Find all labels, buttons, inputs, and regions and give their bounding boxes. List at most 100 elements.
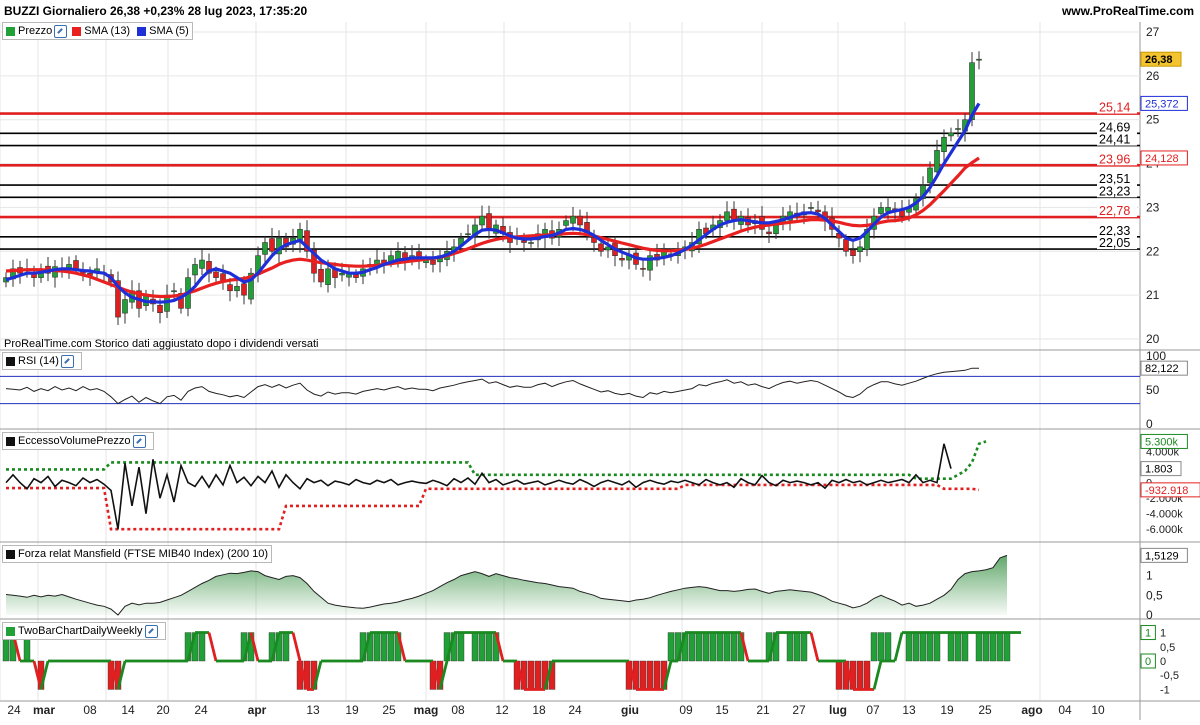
candle-body — [808, 207, 814, 209]
twobar-bar — [996, 632, 1004, 662]
candle-body — [171, 290, 177, 293]
price-tick-label: 27 — [1146, 25, 1160, 39]
wrench-icon[interactable] — [132, 434, 146, 448]
x-tick-label: mag — [414, 703, 439, 717]
twobar-bar — [933, 632, 941, 662]
twobar-panel: -1 -0,5 0 0,5 11 0 — [2, 625, 1179, 696]
candle-body — [976, 58, 982, 61]
rsi-legend-label: RSI (14) — [18, 355, 59, 367]
candle-body — [577, 215, 583, 226]
price-tick-label: 21 — [1146, 288, 1160, 302]
sma13-last-tag: 24,128 — [1145, 153, 1179, 165]
twobar-tick-label: -1 — [1160, 684, 1170, 696]
chart-title: BUZZI Giornaliero 26,38 +0,23% 28 lug 20… — [4, 4, 308, 18]
rsi-legend[interactable]: RSI (14) — [2, 352, 82, 370]
candle-body — [598, 243, 604, 252]
candle-body — [318, 268, 324, 283]
chart-canvas: 202122232425262725,1424,6924,4123,9623,5… — [0, 22, 1200, 720]
twobar-bar — [905, 632, 913, 662]
candle-body — [619, 258, 625, 261]
candle-body — [465, 233, 471, 236]
x-tick-label: ago — [1021, 703, 1042, 717]
data-note: ProRealTime.com Storico dati aggiustato … — [4, 338, 319, 350]
x-tick-label: giu — [621, 703, 639, 717]
twobar-legend[interactable]: TwoBarChartDailyWeekly — [2, 622, 166, 640]
volume-swatch — [6, 436, 15, 446]
twobar-tick-label: 0 — [1160, 656, 1166, 668]
twobar-bar — [989, 632, 997, 662]
volume-legend[interactable]: EccessoVolumePrezzo — [2, 432, 154, 450]
x-tick-label: 14 — [121, 703, 135, 717]
price-tick-label: 20 — [1146, 332, 1160, 346]
x-tick-label: 25 — [382, 703, 396, 717]
twobar-bar — [793, 632, 801, 662]
twobar-bar — [919, 632, 927, 662]
volume-lower-tag: -932.918 — [1145, 485, 1188, 497]
candle-body — [941, 136, 947, 153]
prezzo-legend-label: Prezzo — [18, 25, 53, 37]
wrench-icon[interactable] — [144, 624, 158, 638]
price-panel: 202122232425262725,1424,6924,4123,9623,5… — [0, 25, 1188, 346]
twobar-bar — [926, 632, 934, 662]
price-tick-label: 25 — [1146, 113, 1160, 127]
twobar-swatch — [6, 626, 15, 636]
twobar-bar — [667, 632, 675, 662]
twobar-bar — [947, 632, 955, 662]
wrench-icon[interactable] — [54, 24, 68, 38]
x-tick-label: mar — [33, 703, 55, 717]
price-legend[interactable]: Prezzo SMA (13) SMA (5) — [2, 22, 193, 40]
twobar-bar — [863, 660, 871, 690]
twobar-upper-tag: 1 — [1145, 628, 1151, 640]
level-label: 22,05 — [1099, 236, 1130, 250]
x-tick-label: 04 — [1058, 703, 1072, 717]
rsi-tick-label: 50 — [1146, 383, 1160, 397]
mansfield-area — [6, 555, 1007, 615]
twobar-bar — [730, 632, 738, 662]
candle-body — [948, 132, 954, 137]
candle-body — [563, 220, 569, 226]
level-label: 23,23 — [1099, 184, 1130, 198]
sma5-swatch — [137, 26, 147, 36]
candle-body — [73, 260, 79, 270]
twobar-bar — [877, 632, 885, 662]
twobar-bar — [527, 660, 535, 690]
twobar-tick-label: 0,5 — [1160, 642, 1175, 654]
rsi-panel: 05010082,122 — [0, 349, 1188, 431]
rsi-tick-label: 0 — [1146, 417, 1153, 431]
candle-body — [241, 283, 247, 296]
x-tick-label: 24 — [194, 703, 208, 717]
candle-body — [773, 224, 779, 235]
x-tick-label: 10 — [1091, 703, 1105, 717]
candle-body — [570, 215, 576, 224]
candle-body — [325, 268, 331, 285]
volume-panel: -6.000k-4.000k-2.000k02.000k4.000k5.300k… — [5, 433, 1200, 536]
twobar-bar — [282, 632, 290, 662]
twobar-line-segment — [872, 660, 883, 690]
twobar-line-segment — [291, 632, 302, 662]
twobar-bar — [387, 632, 395, 662]
sma5-legend-label: SMA (5) — [149, 25, 189, 37]
volume-legend-label: EccessoVolumePrezzo — [18, 435, 131, 447]
sma5-last-tag: 25,372 — [1145, 98, 1179, 110]
candle-body — [843, 239, 849, 252]
level-label: 25,14 — [1099, 101, 1130, 115]
candle-body — [955, 128, 961, 130]
twobar-bar — [716, 632, 724, 662]
candle-body — [528, 242, 534, 244]
x-tick-label: 24 — [7, 703, 21, 717]
candle-body — [815, 209, 821, 213]
x-tick-label: 13 — [306, 703, 320, 717]
twobar-tick-label: 1 — [1160, 628, 1166, 640]
candle-body — [192, 264, 198, 276]
candle-body — [157, 304, 163, 313]
x-axis: 24 mar 08 14 20 24 apr 13 19 25 mag 08 12 18 24 giu 09 15… — [7, 703, 1105, 717]
x-tick-label: lug — [829, 703, 847, 717]
candle-body — [927, 167, 933, 184]
mansfield-legend[interactable]: Forza relat Mansfield (FTSE MIB40 Index)… — [2, 545, 273, 563]
mansfield-tick-label: 1 — [1146, 569, 1153, 583]
wrench-icon[interactable] — [60, 354, 74, 368]
candle-body — [486, 213, 492, 230]
candle-body — [640, 268, 646, 270]
x-tick-label: 21 — [756, 703, 770, 717]
volume-line — [5, 443, 952, 530]
